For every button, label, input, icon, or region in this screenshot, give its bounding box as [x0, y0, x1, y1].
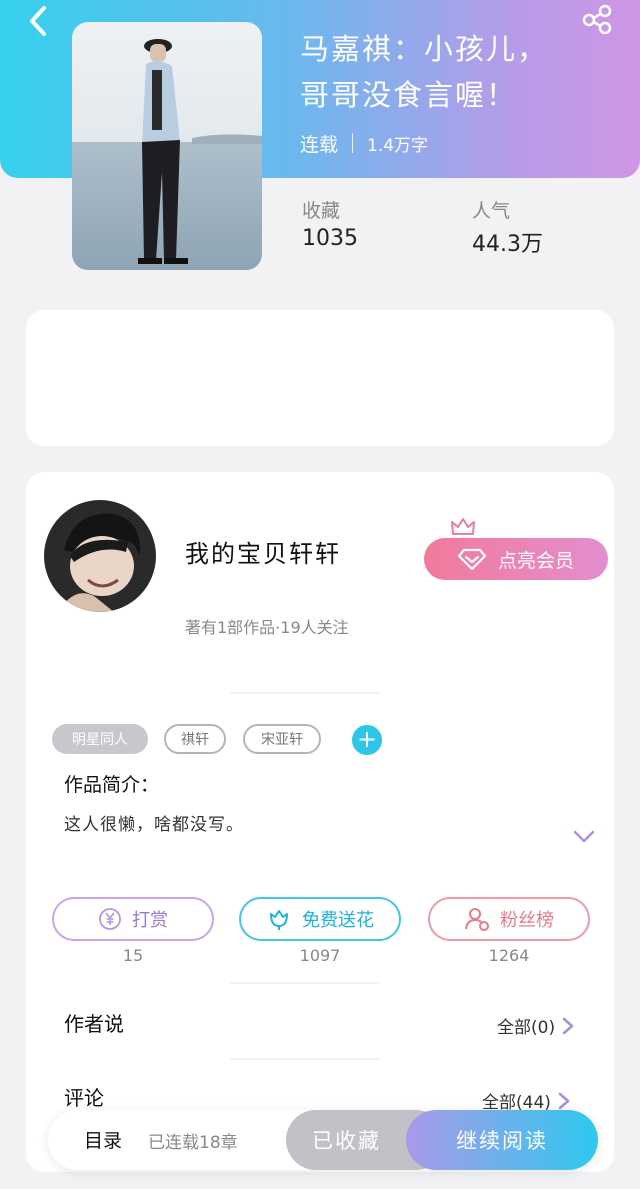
flower-icon — [270, 910, 288, 930]
vip-button-label: 点亮会员 — [497, 549, 574, 572]
table-of-contents-button[interactable]: 目录 — [84, 1126, 122, 1153]
send-flower-button[interactable]: 免费送花 — [239, 897, 401, 941]
author-says-title: 作者说 — [64, 1012, 124, 1036]
status-divider — [352, 133, 354, 153]
reward-label: 打赏 — [132, 910, 168, 931]
divider — [230, 692, 380, 694]
send-flower-label: 免费送花 — [302, 910, 374, 931]
author-says-all-link[interactable]: 全部(0) — [497, 1013, 575, 1038]
back-button[interactable] — [22, 4, 56, 38]
favorites-label: 收藏 — [302, 200, 341, 222]
word-count: 1.4万字 — [367, 135, 429, 156]
book-cover-image[interactable] — [72, 22, 262, 270]
empty-card — [26, 310, 614, 446]
chevron-left-icon — [30, 6, 46, 36]
chevron-right-icon — [562, 1017, 574, 1034]
book-status-row: 连载 1.4万字 — [300, 128, 428, 158]
intro-text: 这人很懒，啥都没写。 — [64, 815, 244, 835]
chevron-down-icon[interactable] — [572, 828, 596, 846]
author-name[interactable]: 我的宝贝轩轩 — [185, 534, 341, 569]
book-title-line-2: 哥哥没食言喔！ — [300, 78, 518, 112]
fans-count: 1264 — [488, 946, 530, 965]
favorites-value: 1035 — [302, 226, 358, 251]
add-tag-button[interactable]: + — [352, 725, 382, 755]
divider — [230, 1058, 380, 1060]
chevron-right-icon — [558, 1092, 570, 1109]
tag-item[interactable]: 祺轩 — [164, 724, 226, 754]
book-title-line-1: 马嘉祺：小孩儿， — [300, 32, 549, 66]
diamond-icon — [457, 548, 486, 570]
popularity-label: 人气 — [472, 200, 511, 222]
reward-button[interactable]: 打赏 — [52, 897, 214, 941]
continue-reading-button[interactable]: 继续阅读 — [406, 1110, 598, 1170]
flower-count: 1097 — [299, 946, 341, 965]
intro-label: 作品简介： — [64, 774, 160, 796]
tag-item[interactable]: 明星同人 — [52, 724, 148, 754]
serial-status: 连载 — [300, 133, 339, 156]
reward-count: 15 — [122, 946, 144, 965]
fans-ranking-button[interactable]: 粉丝榜 — [428, 897, 590, 941]
author-meta: 著有1部作品·19人关注 — [185, 618, 349, 637]
popularity-value: 44.3万 — [472, 232, 543, 257]
fans-ranking-label: 粉丝榜 — [500, 910, 554, 931]
divider — [230, 982, 380, 984]
crown-icon — [451, 518, 475, 535]
vip-button[interactable]: 点亮会员 — [424, 538, 608, 580]
avatar[interactable] — [44, 500, 156, 612]
book-title: 马嘉祺：小孩儿， 哥哥没食言喔！ — [300, 26, 600, 118]
tag-item[interactable]: 宋亚轩 — [243, 724, 321, 754]
author-says-all-label: 全部(0) — [497, 1018, 556, 1038]
yuan-icon — [99, 908, 121, 930]
chapter-status: 已连载18章 — [148, 1133, 238, 1153]
comments-title: 评论 — [64, 1086, 104, 1110]
user-icon — [465, 908, 489, 931]
